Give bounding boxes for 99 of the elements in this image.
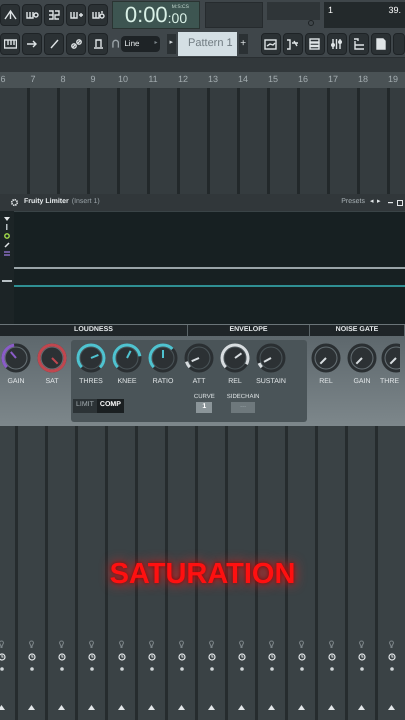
knob[interactable] bbox=[111, 342, 143, 374]
knob[interactable] bbox=[147, 342, 179, 374]
overlay-caption: SATURATION bbox=[110, 557, 296, 592]
clock-icon[interactable] bbox=[148, 653, 156, 661]
up-arrow-icon[interactable] bbox=[148, 705, 155, 710]
up-arrow-icon[interactable] bbox=[328, 705, 335, 710]
clock-icon[interactable] bbox=[208, 653, 216, 661]
bulb-icon[interactable] bbox=[299, 640, 304, 648]
up-arrow-icon[interactable] bbox=[28, 705, 35, 710]
clock-icon[interactable] bbox=[28, 653, 36, 661]
up-arrow-icon[interactable] bbox=[58, 705, 65, 710]
indicator-icon bbox=[308, 20, 314, 26]
dot-icon bbox=[180, 667, 184, 671]
bulb-icon[interactable] bbox=[179, 640, 184, 648]
antenna-icon[interactable] bbox=[0, 4, 20, 26]
clock-icon[interactable] bbox=[58, 653, 66, 661]
clock-icon[interactable] bbox=[388, 653, 396, 661]
dot-icon bbox=[120, 667, 124, 671]
dot-icon bbox=[60, 667, 64, 671]
dot-icon bbox=[360, 667, 364, 671]
bar-number: 11 bbox=[148, 74, 158, 84]
bar-number: 10 bbox=[118, 74, 128, 84]
playlist-icon[interactable] bbox=[260, 32, 281, 54]
bar-number: 18 bbox=[358, 74, 368, 84]
bulb-icon[interactable] bbox=[29, 640, 34, 648]
bulb-icon[interactable] bbox=[0, 640, 4, 648]
maximize-icon[interactable] bbox=[397, 200, 403, 206]
add-pattern-button[interactable]: + bbox=[238, 34, 248, 54]
bar-number: 12 bbox=[178, 74, 188, 84]
dot-icon bbox=[300, 667, 304, 671]
time-readout: 0:00 bbox=[124, 4, 168, 26]
circle-icon[interactable] bbox=[4, 233, 10, 239]
bar-number: 7 bbox=[30, 74, 36, 84]
bar-number: 14 bbox=[238, 74, 248, 84]
clock-icon[interactable] bbox=[298, 653, 306, 661]
dot-icon bbox=[210, 667, 214, 671]
bar-number: 13 bbox=[208, 74, 218, 84]
channel-rack-icon[interactable] bbox=[304, 32, 325, 54]
up-arrow-icon[interactable] bbox=[268, 705, 275, 710]
bar-number: 6 bbox=[0, 74, 6, 84]
clock-icon[interactable] bbox=[118, 653, 126, 661]
dot-icon bbox=[390, 667, 394, 671]
knob[interactable] bbox=[219, 342, 251, 374]
bar-number: 8 bbox=[60, 74, 66, 84]
bar-number: 9 bbox=[90, 74, 96, 84]
dot-icon bbox=[330, 667, 334, 671]
magnet-icon bbox=[112, 39, 120, 48]
clock-icon[interactable] bbox=[358, 653, 366, 661]
clock-icon[interactable] bbox=[238, 653, 246, 661]
up-arrow-icon[interactable] bbox=[118, 705, 125, 710]
dot-icon bbox=[240, 667, 244, 671]
display-panel bbox=[267, 2, 320, 20]
up-arrow-icon[interactable] bbox=[208, 705, 215, 710]
bulb-icon[interactable] bbox=[359, 640, 364, 648]
triangle-icon[interactable] bbox=[4, 217, 10, 221]
bulb-icon[interactable] bbox=[119, 640, 124, 648]
gear-icon[interactable] bbox=[10, 198, 19, 207]
pencil-icon[interactable] bbox=[4, 242, 10, 248]
bulb-icon[interactable] bbox=[149, 640, 154, 648]
bar-number: 16 bbox=[298, 74, 308, 84]
clock-icon[interactable] bbox=[178, 653, 186, 661]
knob[interactable] bbox=[255, 342, 287, 374]
link-icon[interactable] bbox=[66, 32, 86, 54]
bulb-icon[interactable] bbox=[389, 640, 394, 648]
bar-number: 19 bbox=[388, 74, 398, 84]
up-arrow-icon[interactable] bbox=[0, 705, 5, 710]
document-icon[interactable] bbox=[370, 32, 391, 54]
clock-icon[interactable] bbox=[268, 653, 276, 661]
up-arrow-icon[interactable] bbox=[358, 705, 365, 710]
keyboard-icon[interactable] bbox=[0, 32, 20, 54]
up-arrow-icon[interactable] bbox=[388, 705, 395, 710]
bulb-icon[interactable] bbox=[89, 640, 94, 648]
slider-icon[interactable] bbox=[2, 280, 12, 283]
up-arrow-icon[interactable] bbox=[298, 705, 305, 710]
bulb-icon[interactable] bbox=[59, 640, 64, 648]
bulb-icon[interactable] bbox=[329, 640, 334, 648]
tempo-value: 39. bbox=[388, 4, 401, 17]
dot-icon bbox=[150, 667, 154, 671]
up-arrow-icon[interactable] bbox=[88, 705, 95, 710]
clock-icon[interactable] bbox=[88, 653, 96, 661]
knob[interactable] bbox=[183, 342, 215, 374]
minimize-icon[interactable] bbox=[388, 200, 394, 206]
dot-icon bbox=[90, 667, 94, 671]
equals-icon[interactable] bbox=[4, 251, 10, 256]
clock-icon[interactable] bbox=[328, 653, 336, 661]
bulb-icon[interactable] bbox=[209, 640, 214, 648]
time-centiseconds: :00 bbox=[168, 11, 188, 25]
up-arrow-icon[interactable] bbox=[238, 705, 245, 710]
bar-number: 15 bbox=[268, 74, 278, 84]
bulb-icon[interactable] bbox=[239, 640, 244, 648]
dot-icon bbox=[270, 667, 274, 671]
mixer-icon[interactable] bbox=[326, 32, 347, 54]
counter-value: 1 bbox=[328, 4, 334, 17]
bulb-icon[interactable] bbox=[269, 640, 274, 648]
up-arrow-icon[interactable] bbox=[178, 705, 185, 710]
display-panel bbox=[205, 2, 263, 28]
bar-number: 17 bbox=[328, 74, 338, 84]
dot-icon bbox=[30, 667, 34, 671]
knob[interactable] bbox=[75, 342, 107, 374]
